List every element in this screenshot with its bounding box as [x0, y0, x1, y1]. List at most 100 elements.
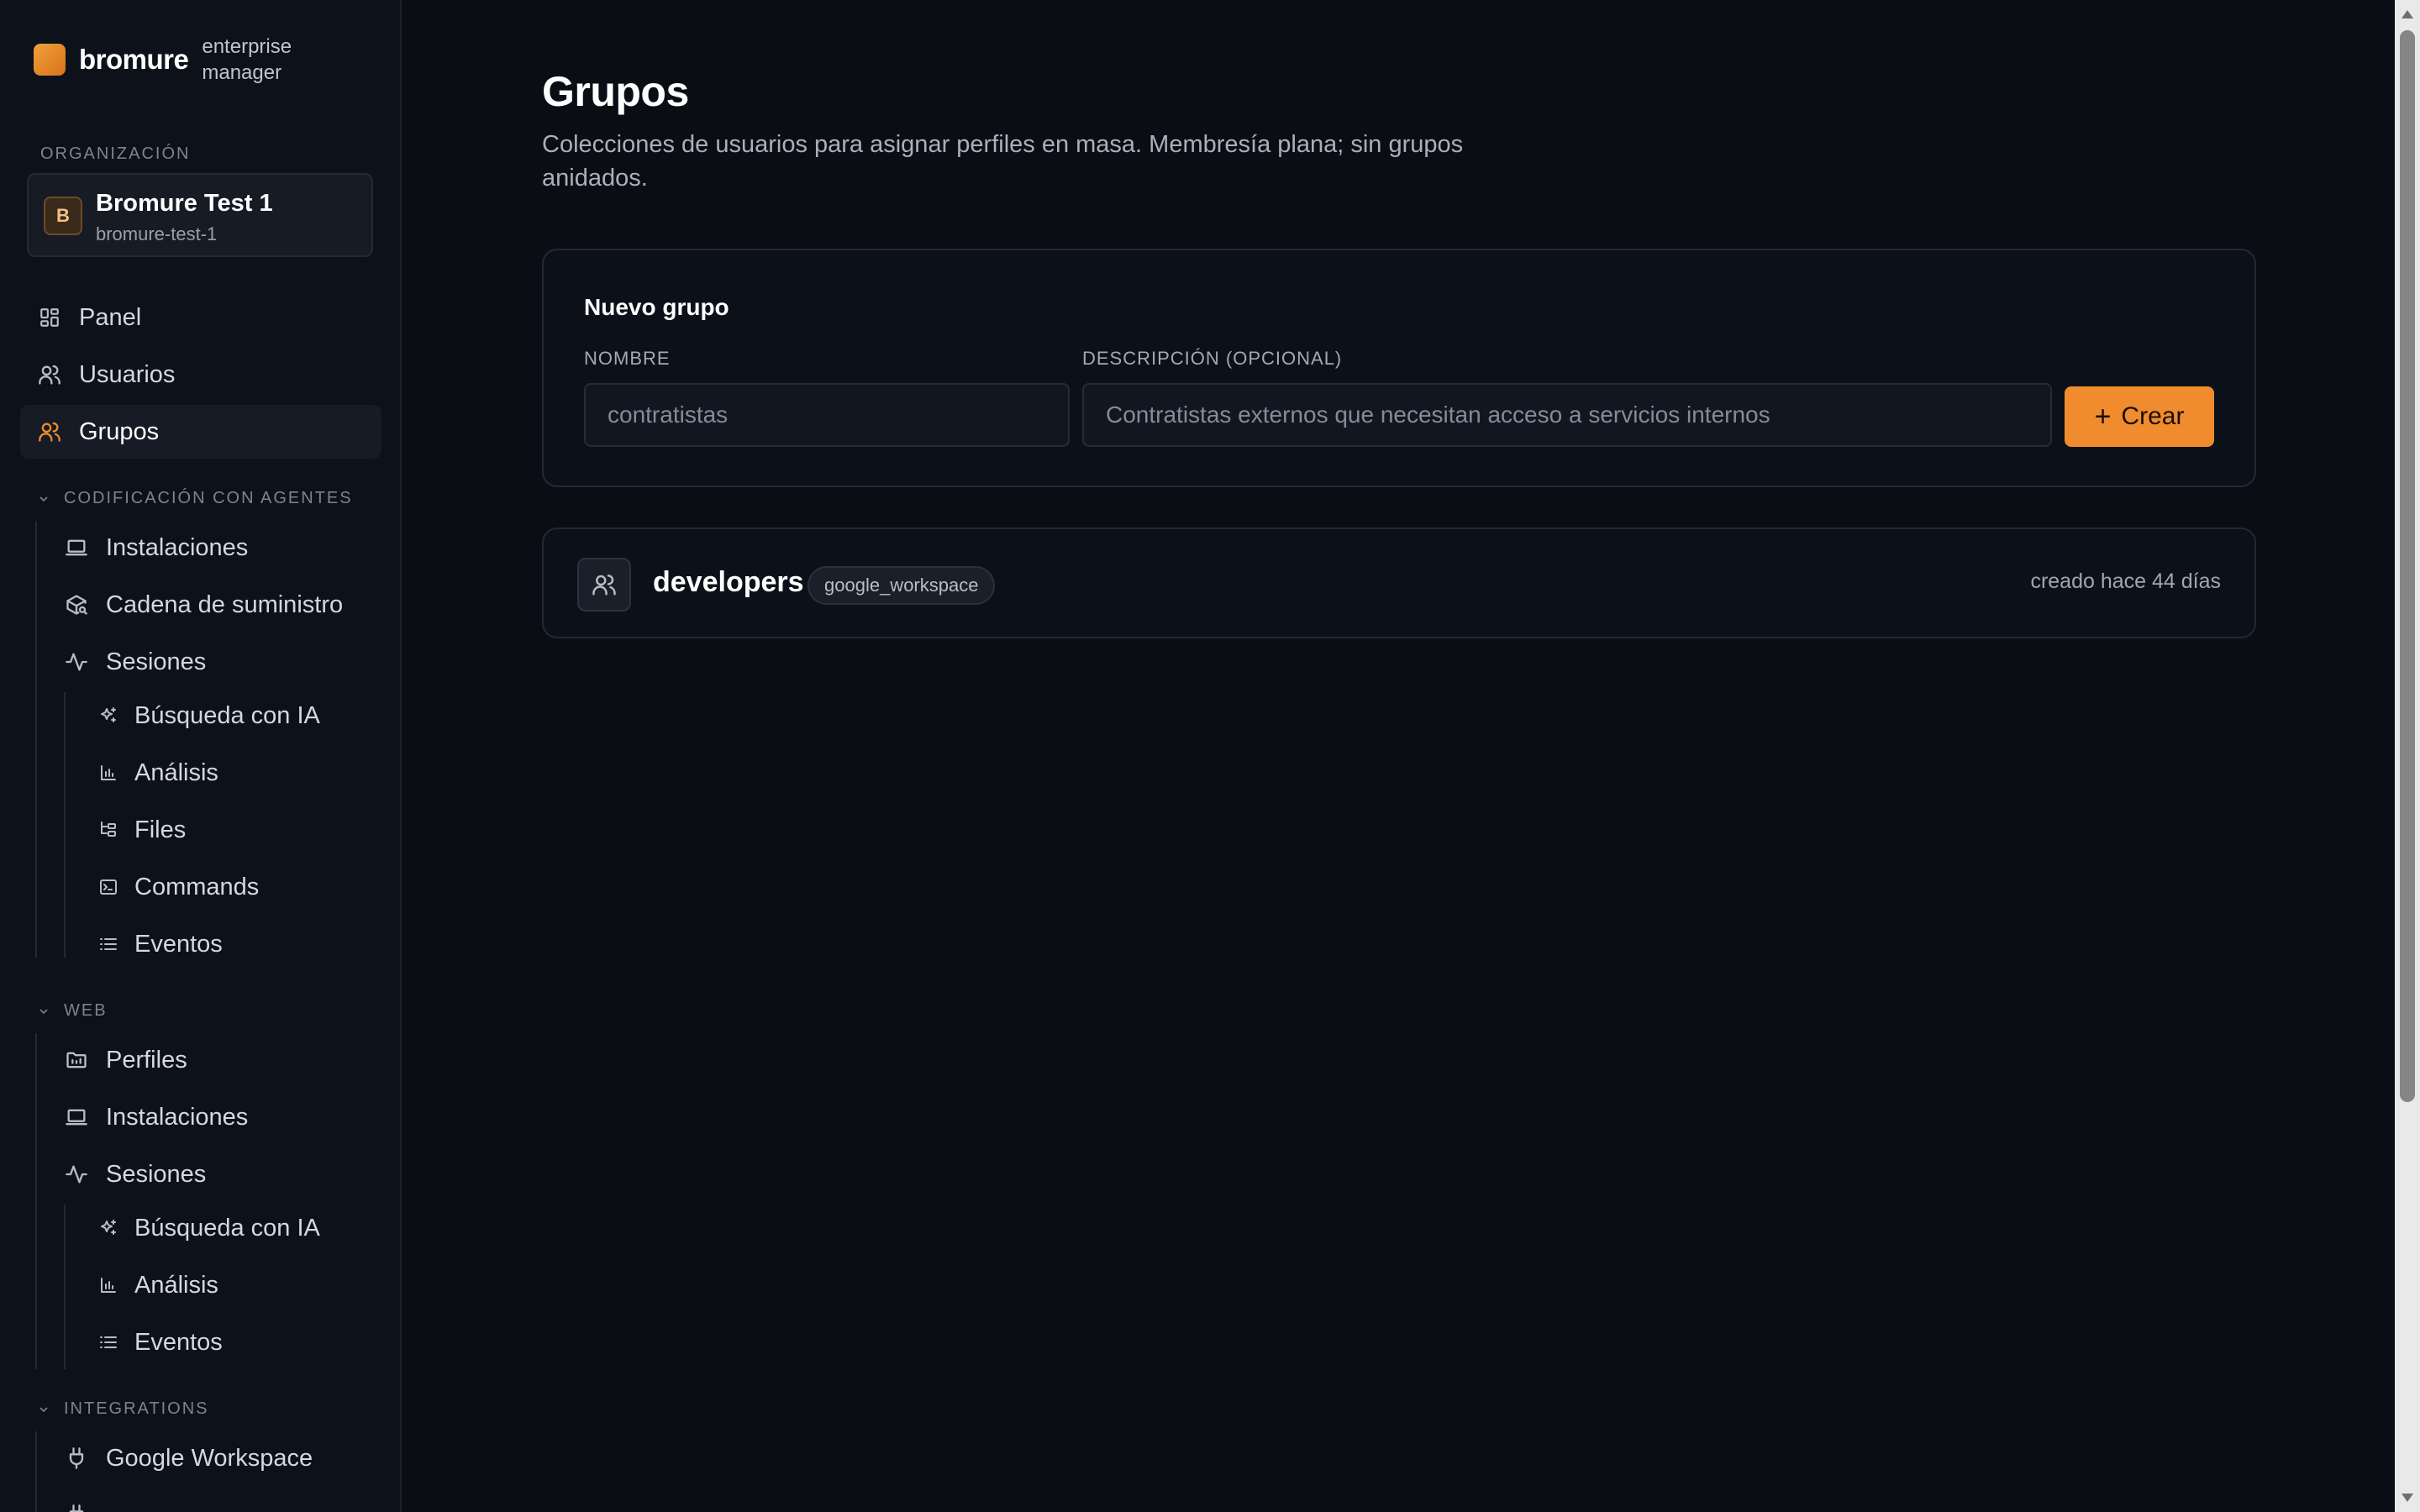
scroll-thumb[interactable] [2400, 30, 2415, 1102]
sidebar-item-web-instalaciones[interactable]: Instalaciones [64, 1090, 383, 1144]
tree-line [35, 1033, 37, 1369]
list-icon [96, 932, 121, 957]
sidebar-item-panel[interactable]: Panel [24, 291, 380, 344]
sidebar-item-label: Perfiles [106, 1046, 187, 1074]
tree-line [35, 521, 37, 958]
new-group-title: Nuevo grupo [584, 294, 729, 320]
dashboard-icon [37, 305, 62, 330]
sidebar-item-label: Files [134, 816, 187, 843]
sidebar-item-label: Instalaciones [106, 533, 249, 561]
scroll-up-icon[interactable] [2402, 10, 2413, 18]
group-source-badge: google_workspace [808, 566, 996, 605]
page-title: Grupos [542, 68, 689, 115]
sidebar-item-label: Commands [134, 873, 260, 900]
section-title: CODIFICACIÓN CON AGENTES [64, 489, 353, 507]
section-title: WEB [64, 1001, 108, 1020]
section-toggle-web[interactable]: WEB [37, 1001, 108, 1021]
sidebar-item-perfiles[interactable]: Perfiles [64, 1033, 383, 1087]
group-row[interactable]: developers google_workspace creado hace … [542, 528, 2256, 638]
sidebar-item-google-workspace[interactable]: Google Workspace [64, 1431, 383, 1485]
sidebar-item-web-busqueda[interactable]: Búsqueda con IA [96, 1201, 381, 1255]
section-toggle-integrations[interactable]: INTEGRATIONS [37, 1399, 209, 1419]
tree-line [64, 1205, 66, 1369]
sidebar-item-next-integration[interactable] [64, 1488, 383, 1512]
users-icon [37, 419, 62, 444]
list-icon [96, 1330, 121, 1355]
brand-subtitle: enterprise manager [202, 35, 292, 84]
sidebar-item-agents-instalaciones[interactable]: Instalaciones [64, 521, 383, 575]
new-group-card: Nuevo grupo NOMBRE contratistas DESCRIPC… [542, 249, 2256, 487]
plus-icon: + [2094, 401, 2112, 433]
description-input[interactable]: Contratistas externos que necesitan acce… [1082, 383, 2052, 447]
sidebar-item-web-analisis[interactable]: Análisis [96, 1258, 381, 1312]
sidebar-item-label: Cadena de suministro [106, 591, 344, 618]
sidebar-item-label: Eventos [134, 930, 223, 958]
sidebar-item-usuarios[interactable]: Usuarios [24, 348, 380, 402]
group-created: creado hace 44 días [2030, 570, 2221, 593]
name-input[interactable]: contratistas [584, 383, 1070, 447]
sidebar-item-label: Búsqueda con IA [134, 701, 320, 729]
sidebar-item-grupos[interactable]: Grupos [20, 405, 381, 459]
sidebar-item-web-eventos[interactable]: Eventos [96, 1315, 381, 1369]
organization-label: ORGANIZACIÓN [40, 144, 191, 163]
chevron-down-icon [37, 1003, 54, 1020]
page-scrollbar[interactable] [2395, 0, 2420, 1512]
sidebar-item-label: Eventos [134, 1328, 223, 1356]
org-slug: bromure-test-1 [96, 223, 218, 244]
sidebar-item-files[interactable]: Files [96, 803, 381, 857]
folder-tree-icon [96, 817, 121, 843]
sidebar-item-label: Búsqueda con IA [134, 1214, 320, 1242]
tree-line [64, 692, 66, 958]
brand-logo [34, 44, 66, 76]
package-search-icon [64, 592, 89, 617]
brand[interactable]: bromure enterprise manager [34, 34, 319, 86]
section-toggle-agents[interactable]: CODIFICACIÓN CON AGENTES [37, 489, 353, 508]
chevron-down-icon [37, 1401, 54, 1418]
sidebar-item-label: Usuarios [79, 360, 176, 388]
sidebar-item-label: Sesiones [106, 648, 207, 675]
laptop-icon [64, 1105, 89, 1130]
plug-icon [64, 1503, 89, 1512]
page-description: Colecciones de usuarios para asignar per… [542, 131, 1464, 192]
sidebar-item-agents-analisis[interactable]: Análisis [96, 746, 381, 800]
sidebar-item-label: Análisis [134, 759, 218, 786]
sidebar-item-label: Google Workspace [106, 1444, 313, 1472]
sidebar-item-agents-eventos[interactable]: Eventos [96, 917, 381, 971]
sidebar-item-agents-busqueda[interactable]: Búsqueda con IA [96, 689, 381, 743]
users-icon [37, 362, 62, 387]
sparkles-icon [96, 1215, 121, 1241]
laptop-icon [64, 535, 89, 560]
plug-icon [64, 1446, 89, 1471]
chevron-down-icon [37, 491, 54, 507]
sidebar-item-label: Grupos [79, 417, 160, 445]
section-title: INTEGRATIONS [64, 1399, 209, 1418]
sparkles-icon [96, 703, 121, 728]
sidebar-item-cadena-suministro[interactable]: Cadena de suministro [64, 578, 383, 632]
activity-icon [64, 649, 89, 675]
sidebar-item-web-sesiones[interactable]: Sesiones [64, 1147, 383, 1201]
sidebar-item-label: Panel [79, 303, 142, 331]
sidebar-item-label: Sesiones [106, 1160, 207, 1188]
scroll-down-icon[interactable] [2402, 1494, 2413, 1502]
sidebar-item-label: Instalaciones [106, 1103, 249, 1131]
folder-icon [64, 1047, 89, 1073]
bar-chart-icon [96, 760, 121, 785]
bar-chart-icon [96, 1273, 121, 1298]
description-label: DESCRIPCIÓN (OPCIONAL) [1082, 348, 1343, 369]
group-name: developers [653, 566, 804, 598]
organization-switcher[interactable]: B Bromure Test 1 bromure-test-1 [27, 173, 373, 257]
org-name: Bromure Test 1 [96, 190, 273, 217]
sidebar: bromure enterprise manager ORGANIZACIÓN … [0, 0, 402, 1512]
tree-line [35, 1431, 37, 1512]
sidebar-item-label: Análisis [134, 1271, 218, 1299]
name-label: NOMBRE [584, 348, 671, 369]
org-avatar: B [44, 197, 82, 235]
terminal-icon [96, 874, 121, 900]
create-button[interactable]: + Crear [2065, 386, 2214, 447]
sidebar-item-agents-sesiones[interactable]: Sesiones [64, 635, 383, 689]
create-button-label: Crear [2121, 402, 2185, 430]
sidebar-item-commands[interactable]: Commands [96, 860, 381, 914]
activity-icon [64, 1162, 89, 1187]
brand-name: bromure [79, 44, 189, 75]
users-icon [577, 558, 631, 612]
